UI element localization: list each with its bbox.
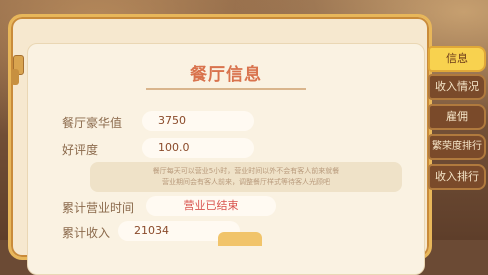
note-line-1: 餐厅每天可以营业5小时，营业时间以外不会有客人前来就餐	[152, 167, 340, 175]
accum-income-label: 累计收入	[62, 226, 111, 240]
tab-income-rank[interactable]: 收入排行	[428, 164, 486, 190]
rating-value: 100.0	[142, 138, 254, 158]
rating-label: 好评度	[62, 143, 99, 157]
luxury-value: 3750	[142, 111, 254, 131]
note-line-2: 营业期间会有客人前来，调整餐厅样式等待客人光顾吧	[162, 178, 330, 186]
tab-prosperity-rank[interactable]: 繁荣度排行	[428, 134, 486, 160]
scroll-rod-bottom	[11, 69, 19, 85]
tab-info[interactable]: 信息	[428, 46, 486, 72]
accum-time-value: 营业已结束	[146, 196, 276, 216]
restaurant-info-panel: 餐厅信息 餐厅豪华值 3750 好评度 100.0 餐厅每天可以营业5小时，营业…	[8, 14, 432, 275]
bottom-action-button[interactable]	[218, 232, 262, 246]
page-title: 餐厅信息	[190, 65, 262, 85]
tab-income[interactable]: 收入情况	[428, 74, 486, 100]
luxury-label: 餐厅豪华值	[62, 116, 123, 130]
info-note: 餐厅每天可以营业5小时，营业时间以外不会有客人前来就餐 营业期间会有客人前来，调…	[90, 162, 402, 192]
tab-hire[interactable]: 雇佣	[428, 104, 486, 130]
title-divider	[146, 88, 306, 90]
accum-time-label: 累计营业时间	[62, 201, 135, 215]
